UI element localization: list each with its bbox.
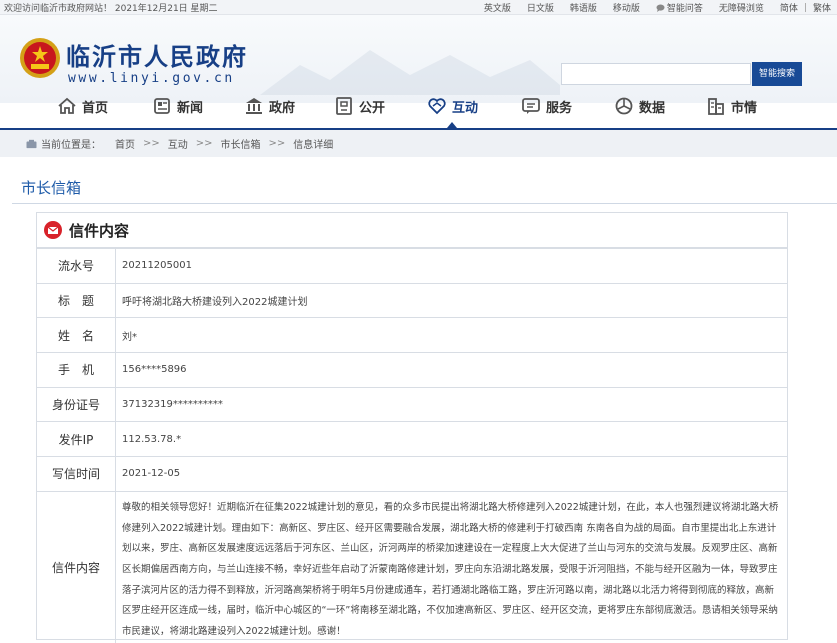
location-icon bbox=[26, 139, 37, 148]
nav-item-data[interactable]: 数据 bbox=[614, 91, 665, 121]
breadcrumb: 当前位置是： 首页 >> 互动 >> 市长信箱 >> 信息详细 bbox=[0, 130, 837, 157]
nav-item-disclosure[interactable]: 公开 bbox=[334, 91, 385, 121]
nav-label-interaction: 互动 bbox=[452, 100, 479, 116]
row-value: 20211205001 bbox=[115, 248, 787, 284]
breadcrumb-detail: 信息详细 bbox=[293, 140, 334, 151]
top-links: 英文版 日文版 韩语版 移动版 智能问答 无障碍浏览 简体 | 繁体 bbox=[468, 1, 831, 15]
row-serial-number: 流水号 20211205001 bbox=[37, 248, 787, 284]
national-emblem-icon[interactable] bbox=[19, 37, 61, 79]
breadcrumb-prefix: 当前位置是： bbox=[41, 140, 101, 151]
row-value: 刘* bbox=[115, 317, 787, 353]
mobile-version-link[interactable]: 移动版 bbox=[613, 1, 640, 14]
row-value: 156****5896 bbox=[115, 352, 787, 388]
speech-bubble-icon bbox=[656, 4, 665, 12]
section-divider bbox=[12, 203, 837, 204]
service-icon bbox=[522, 98, 540, 114]
letter-panel: 信件内容 流水号 20211205001 标 题 呼吁将湖北路大桥建设列入202… bbox=[36, 212, 788, 643]
row-value: 呼吁将湖北路大桥建设列入2022城建计划 bbox=[115, 282, 787, 318]
korean-version-link[interactable]: 韩语版 bbox=[570, 1, 597, 14]
smart-qa-link[interactable]: 智能问答 bbox=[656, 1, 703, 14]
nav-label-home: 首页 bbox=[82, 100, 109, 116]
welcome-text: 欢迎访问临沂市政府网站！ 2021年12月21日 星期二 bbox=[4, 4, 218, 14]
section-title: 市长信箱 bbox=[21, 179, 82, 197]
row-value: 112.53.78.* bbox=[115, 421, 787, 457]
data-icon bbox=[615, 97, 633, 115]
disclosure-icon bbox=[336, 97, 352, 115]
nav-item-government[interactable]: 政府 bbox=[244, 91, 295, 121]
row-letter-content: 信件内容 尊敬的相关领导您好！近期临沂在征集2022城建计划的意见，看的众多市民… bbox=[37, 490, 787, 643]
top-bar: 欢迎访问临沂市政府网站！ 2021年12月21日 星期二 英文版 日文版 韩语版… bbox=[0, 0, 837, 15]
mail-icon bbox=[44, 221, 62, 239]
mountain-decoration bbox=[260, 50, 560, 95]
accessibility-link[interactable]: 无障碍浏览 bbox=[719, 1, 764, 14]
letter-detail-table: 流水号 20211205001 标 题 呼吁将湖北路大桥建设列入2022城建计划… bbox=[37, 248, 787, 643]
nav-item-service[interactable]: 服务 bbox=[521, 91, 572, 121]
site-url: www.linyi.gov.cn bbox=[68, 71, 235, 86]
nav-label-city-info: 市情 bbox=[731, 100, 758, 116]
nav-item-home[interactable]: 首页 bbox=[57, 91, 108, 121]
row-phone: 手 机 156****5896 bbox=[37, 352, 787, 388]
breadcrumb-separator: >> bbox=[268, 138, 286, 149]
government-icon bbox=[246, 98, 262, 114]
nav-label-data: 数据 bbox=[639, 100, 666, 116]
nav-item-interaction[interactable]: 互动 bbox=[427, 91, 478, 121]
japanese-version-link[interactable]: 日文版 bbox=[527, 1, 554, 14]
breadcrumb-home[interactable]: 首页 bbox=[115, 136, 135, 151]
letter-content-text: 尊敬的相关领导您好！近期临沂在征集2022城建计划的意见，看的众多市民提出将湖北… bbox=[115, 490, 787, 643]
row-label: 身份证号 bbox=[37, 386, 116, 422]
home-icon bbox=[58, 97, 76, 114]
row-label: 发件IP bbox=[37, 421, 116, 457]
breadcrumb-separator: >> bbox=[143, 138, 160, 149]
site-title[interactable]: 临沂市人民政府 bbox=[66, 37, 248, 72]
city-info-icon bbox=[708, 98, 724, 115]
nav-label-service: 服务 bbox=[546, 100, 573, 116]
site-header: 临沂市人民政府 www.linyi.gov.cn 智能搜索 bbox=[0, 15, 837, 103]
row-label: 手 机 bbox=[37, 352, 116, 388]
traditional-chinese-link[interactable]: 繁体 bbox=[813, 1, 831, 14]
smart-search-button[interactable]: 智能搜索 bbox=[752, 62, 802, 86]
nav-item-city-info[interactable]: 市情 bbox=[706, 91, 757, 121]
breadcrumb-mayor-mailbox[interactable]: 市长信箱 bbox=[221, 136, 261, 151]
breadcrumb-separator: >> bbox=[195, 138, 213, 149]
row-id-number: 身份证号 37132319********** bbox=[37, 386, 787, 422]
breadcrumb-interaction[interactable]: 互动 bbox=[168, 136, 188, 151]
simplified-chinese-link[interactable]: 简体 bbox=[780, 1, 798, 14]
row-label: 姓 名 bbox=[37, 317, 116, 353]
row-label: 信件内容 bbox=[37, 490, 116, 643]
nav-item-news[interactable]: 新闻 bbox=[152, 91, 203, 121]
row-label: 写信时间 bbox=[37, 456, 116, 492]
letter-heading: 信件内容 bbox=[37, 213, 787, 248]
language-separator: | bbox=[803, 2, 807, 13]
row-value: 37132319********** bbox=[115, 386, 787, 422]
search-input[interactable] bbox=[561, 63, 751, 85]
row-title: 标 题 呼吁将湖北路大桥建设列入2022城建计划 bbox=[37, 282, 787, 318]
english-version-link[interactable]: 英文版 bbox=[484, 1, 511, 14]
row-name: 姓 名 刘* bbox=[37, 317, 787, 353]
row-letter-date: 写信时间 2021-12-05 bbox=[37, 456, 787, 492]
row-label: 标 题 bbox=[37, 282, 116, 318]
news-icon bbox=[154, 98, 170, 114]
row-sender-ip: 发件IP 112.53.78.* bbox=[37, 421, 787, 457]
nav-label-news: 新闻 bbox=[177, 100, 204, 116]
smart-qa-label: 智能问答 bbox=[666, 4, 703, 14]
row-label: 流水号 bbox=[37, 248, 116, 284]
main-nav: 首页 新闻 政府 公开 互动 服务 数据 市情 bbox=[0, 91, 837, 121]
nav-label-government: 政府 bbox=[269, 100, 296, 116]
row-value: 2021-12-05 bbox=[115, 456, 787, 492]
nav-label-disclosure: 公开 bbox=[359, 100, 386, 116]
interaction-icon bbox=[428, 98, 446, 115]
letter-heading-title: 信件内容 bbox=[69, 221, 130, 240]
